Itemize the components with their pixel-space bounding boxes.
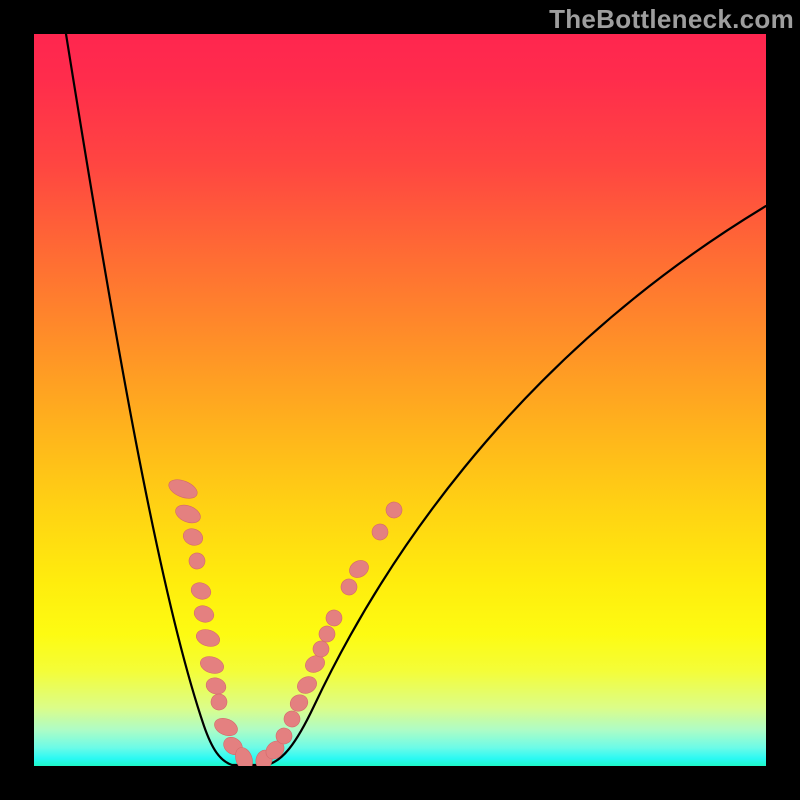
marker-right-9 bbox=[323, 607, 345, 629]
marker-left-4 bbox=[189, 580, 213, 602]
marker-left-2 bbox=[181, 526, 206, 548]
marker-left-8 bbox=[204, 675, 228, 696]
plot-area bbox=[34, 34, 766, 766]
marker-right-11 bbox=[346, 557, 371, 581]
marker-left-3 bbox=[187, 551, 208, 572]
marker-left-0 bbox=[166, 476, 200, 502]
curve-layer bbox=[66, 34, 766, 765]
marker-left-9 bbox=[209, 692, 229, 712]
marker-right-5 bbox=[294, 673, 319, 696]
marker-left-10 bbox=[212, 715, 240, 739]
chart-svg bbox=[34, 34, 766, 766]
marker-left-1 bbox=[173, 502, 203, 527]
watermark-text: TheBottleneck.com bbox=[549, 4, 794, 35]
marker-left-6 bbox=[194, 627, 222, 650]
marker-left-5 bbox=[192, 603, 216, 625]
marker-right-12 bbox=[369, 521, 391, 543]
curve-right-curve bbox=[250, 206, 766, 765]
outer-frame: TheBottleneck.com bbox=[0, 0, 800, 800]
marker-right-13 bbox=[383, 499, 405, 521]
curve-left-curve bbox=[66, 34, 250, 765]
marker-left-7 bbox=[198, 654, 226, 677]
marker-right-10 bbox=[338, 576, 360, 598]
